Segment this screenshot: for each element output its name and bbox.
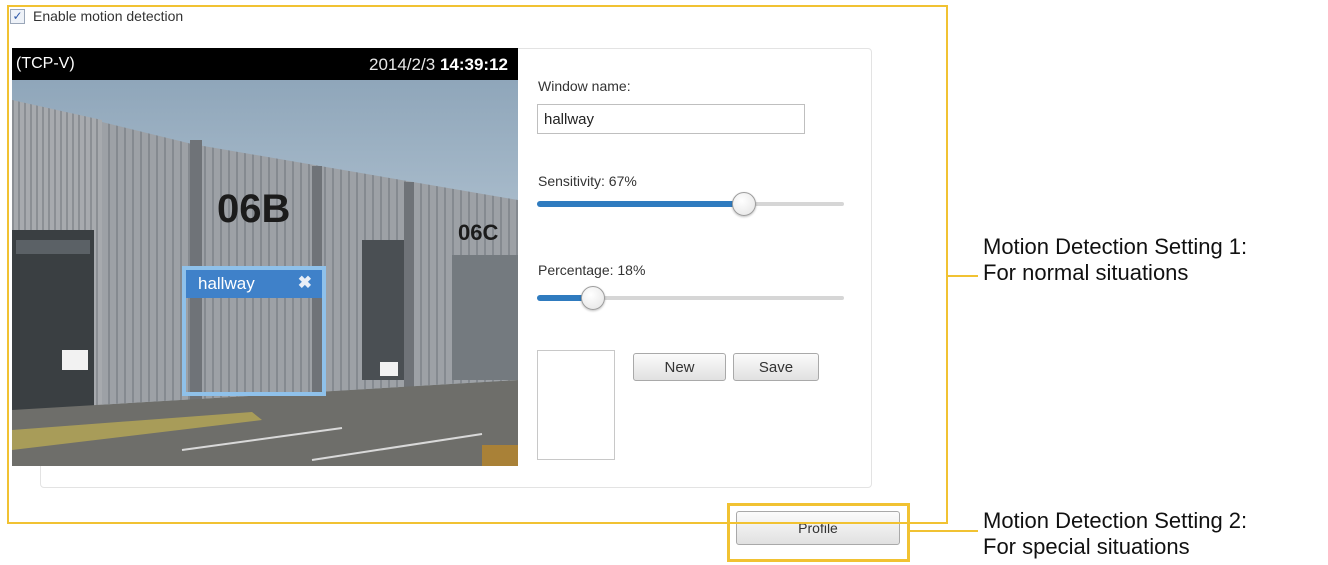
setting1-annotation-line2: For normal situations xyxy=(983,260,1189,285)
setting2-leader-line xyxy=(910,530,978,532)
setting1-annotation: Motion Detection Setting 1: For normal s… xyxy=(983,234,1247,286)
setting2-highlight-frame xyxy=(727,503,910,562)
setting1-annotation-line1: Motion Detection Setting 1: xyxy=(983,234,1248,259)
setting1-highlight-frame xyxy=(7,5,948,524)
setting2-annotation: Motion Detection Setting 2: For special … xyxy=(983,508,1247,560)
setting2-annotation-line1: Motion Detection Setting 2: xyxy=(983,508,1248,533)
setting1-leader-line xyxy=(948,275,978,277)
setting2-annotation-line2: For special situations xyxy=(983,534,1190,559)
